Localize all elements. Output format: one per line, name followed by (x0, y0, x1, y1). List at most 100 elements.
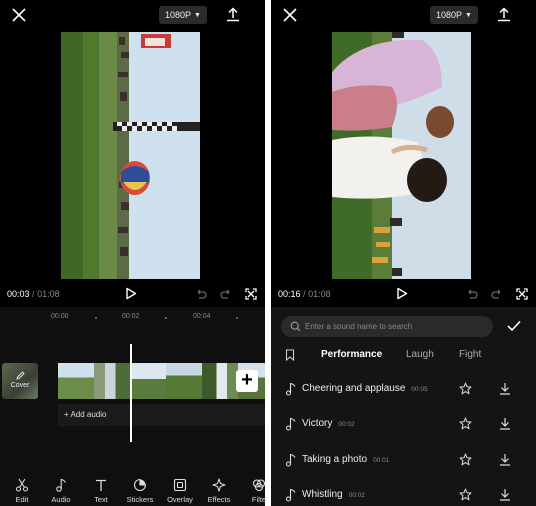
tool-label: Audio (51, 495, 71, 504)
chevron-down-icon: ▼ (194, 12, 201, 19)
tool-effects[interactable]: Effects (199, 478, 239, 504)
video-clip-strip[interactable] (58, 363, 265, 399)
music-note-icon (285, 417, 296, 431)
sound-effects-panel: 1080P ▼ 00:16 / 01:08 Enter a sound name… (271, 0, 536, 506)
resolution-button[interactable]: 1080P ▼ (430, 6, 478, 24)
time-separator: / (32, 289, 35, 299)
cover-label: Cover (10, 382, 30, 389)
ruler-dot (236, 317, 238, 319)
redo-icon[interactable] (220, 288, 232, 300)
ruler-dot (95, 317, 97, 319)
scissors-icon (15, 478, 29, 492)
text-icon (96, 479, 106, 491)
sound-name: Cheering and applause (302, 383, 406, 394)
tool-label: Filte (251, 495, 265, 504)
sound-search-input[interactable]: Enter a sound name to search (281, 316, 493, 337)
tool-filter[interactable]: Filte (239, 478, 265, 504)
clip-frame (130, 363, 166, 399)
playhead[interactable] (130, 344, 132, 442)
sticker-icon (133, 478, 147, 492)
sound-item[interactable]: Victory 00:02 (271, 411, 536, 439)
undo-icon[interactable] (466, 288, 478, 300)
tool-edit[interactable]: Edit (2, 478, 42, 504)
sound-item[interactable]: Cheering and applause 00:05 (271, 376, 536, 404)
bookmark-icon[interactable] (285, 349, 295, 361)
video-preview (61, 32, 200, 279)
sound-title: Victory 00:02 (302, 418, 355, 429)
video-preview (332, 32, 471, 279)
fullscreen-icon[interactable] (516, 288, 528, 300)
play-icon[interactable] (396, 287, 408, 300)
resolution-label: 1080P (165, 10, 192, 20)
sound-item[interactable]: Whistling 00:02 (271, 482, 536, 506)
add-audio-button[interactable]: + Add audio (58, 404, 265, 426)
tool-text[interactable]: Text (81, 478, 121, 504)
tool-overlay[interactable]: Overlay (160, 478, 200, 504)
music-note-icon (56, 478, 66, 492)
redo-icon[interactable] (491, 288, 503, 300)
sound-title: Cheering and applause 00:05 (302, 383, 428, 394)
tool-label: Effects (207, 495, 231, 504)
filter-icon (252, 479, 265, 492)
sound-item[interactable]: Taking a photo 00:01 (271, 447, 536, 475)
sound-duration: 00:02 (348, 492, 365, 499)
star-icon[interactable] (459, 488, 472, 501)
pencil-icon (15, 371, 25, 380)
play-icon[interactable] (125, 287, 137, 300)
current-time: 00:16 (278, 289, 301, 299)
clip-frame (202, 363, 238, 399)
add-clip-button[interactable]: + (236, 370, 258, 392)
sound-name: Victory (302, 418, 333, 429)
tool-label: Stickers (126, 495, 154, 504)
download-icon[interactable] (499, 417, 511, 430)
search-icon (290, 321, 301, 332)
tool-stickers[interactable]: Stickers (120, 478, 160, 504)
playback-time: 00:03 / 01:08 (7, 289, 60, 299)
cover-button[interactable]: Cover (2, 363, 38, 399)
sound-duration: 00:05 (411, 386, 428, 393)
ruler-tick: 00:00 (51, 313, 69, 320)
playback-time: 00:16 / 01:08 (278, 289, 331, 299)
close-icon[interactable] (283, 8, 297, 22)
sound-name: Taking a photo (302, 454, 368, 465)
star-icon[interactable] (459, 382, 472, 395)
ruler-tick: 00:04 (193, 313, 211, 320)
tab-fight[interactable]: Fight (459, 349, 481, 360)
total-time: 01:08 (308, 289, 331, 299)
sound-name: Whistling (302, 489, 343, 500)
download-icon[interactable] (499, 382, 511, 395)
clip-frame (58, 363, 94, 399)
search-placeholder: Enter a sound name to search (305, 322, 413, 331)
editor-panel: 1080P ▼ 00:03 / 01:08 00:00 00:02 00:04 … (0, 0, 265, 506)
ruler-tick: 00:02 (122, 313, 140, 320)
star-icon[interactable] (459, 417, 472, 430)
current-time: 00:03 (7, 289, 30, 299)
ruler-dot (165, 317, 167, 319)
sparkle-icon (212, 478, 226, 492)
tab-performance[interactable]: Performance (321, 349, 382, 360)
total-time: 01:08 (37, 289, 60, 299)
resolution-button[interactable]: 1080P ▼ (159, 6, 207, 24)
fullscreen-icon[interactable] (245, 288, 257, 300)
clip-frame (94, 363, 130, 399)
tool-audio[interactable]: Audio (41, 478, 81, 504)
export-icon[interactable] (497, 7, 511, 22)
export-icon[interactable] (226, 7, 240, 22)
download-icon[interactable] (499, 488, 511, 501)
confirm-check-icon[interactable] (507, 320, 521, 332)
music-note-icon (285, 382, 296, 396)
star-icon[interactable] (459, 453, 472, 466)
tool-label: Text (94, 495, 108, 504)
sound-duration: 00:01 (373, 457, 390, 464)
close-icon[interactable] (12, 8, 26, 22)
sound-duration: 00:02 (338, 421, 355, 428)
tool-label: Overlay (167, 495, 193, 504)
overlay-icon (173, 478, 187, 492)
download-icon[interactable] (499, 453, 511, 466)
undo-icon[interactable] (195, 288, 207, 300)
resolution-label: 1080P (436, 10, 463, 20)
chevron-down-icon: ▼ (465, 12, 472, 19)
music-note-icon (285, 453, 296, 467)
tool-label: Edit (15, 495, 29, 504)
tab-laugh[interactable]: Laugh (406, 349, 434, 360)
